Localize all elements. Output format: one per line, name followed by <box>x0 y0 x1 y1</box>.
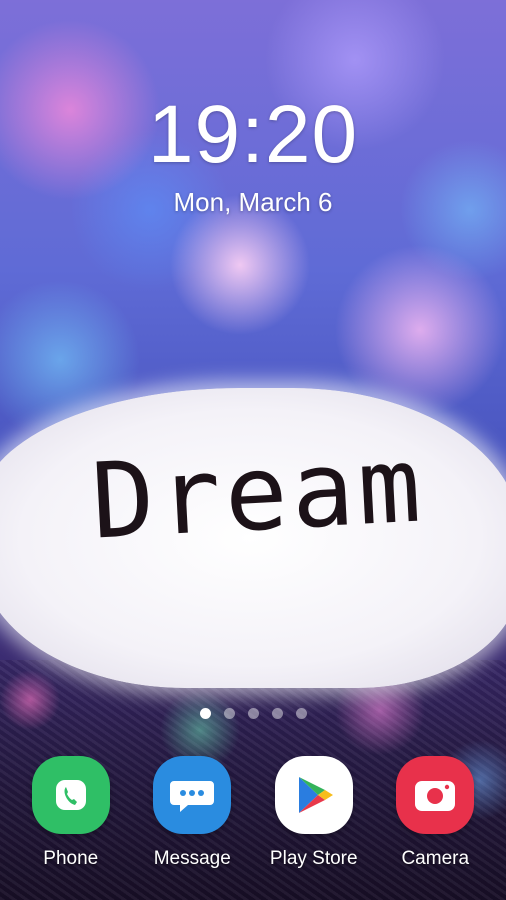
page-indicator <box>0 708 506 719</box>
clock-date[interactable]: Mon, March 6 <box>0 187 506 218</box>
message-app[interactable]: Message <box>137 756 247 870</box>
play-store-app[interactable]: Play Store <box>259 756 369 870</box>
page-dot <box>223 708 235 719</box>
play-store-icon-glyph <box>298 777 333 813</box>
phone-icon-glyph <box>55 780 86 810</box>
camera-app[interactable]: Camera <box>380 756 490 870</box>
home-screen: Dream 19:20 Mon, March 6 Phone Message P… <box>0 0 506 900</box>
page-dot <box>295 708 307 719</box>
phone-app-label: Phone <box>43 848 99 869</box>
message-icon-glyph <box>170 781 215 812</box>
message-app-label: Message <box>153 848 231 869</box>
phone-icon[interactable] <box>31 756 110 834</box>
play-store-app-label: Play Store <box>269 848 358 869</box>
message-icon[interactable] <box>153 756 232 834</box>
wallpaper-word: Dream <box>88 423 428 563</box>
page-dot <box>247 708 259 719</box>
app-dock: Phone Message Play Store Camera <box>0 756 506 870</box>
clock-time[interactable]: 19:20 <box>0 88 506 182</box>
phone-app[interactable]: Phone <box>16 756 126 870</box>
play-store-icon[interactable] <box>274 756 353 834</box>
camera-app-label: Camera <box>401 848 470 869</box>
camera-icon[interactable] <box>396 756 475 834</box>
page-dot <box>271 708 283 719</box>
page-dot-active <box>199 708 211 719</box>
camera-icon-glyph <box>415 781 456 811</box>
